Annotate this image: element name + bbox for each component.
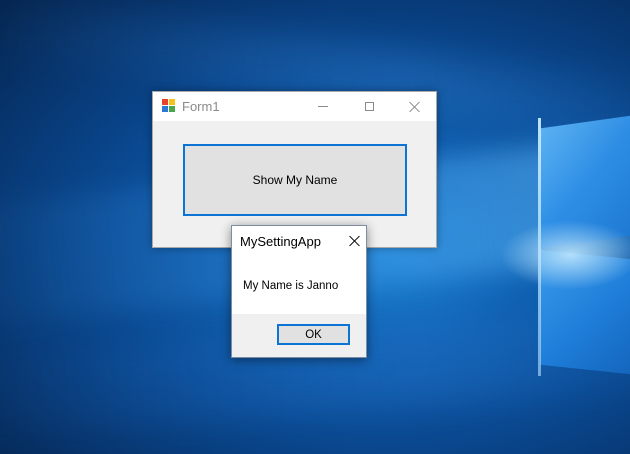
form1-title: Form1 <box>182 99 220 114</box>
close-icon <box>409 101 421 113</box>
show-my-name-button[interactable]: Show My Name <box>183 144 407 216</box>
minimize-button[interactable] <box>300 92 346 121</box>
windows-logo-edge <box>538 118 541 376</box>
message-box-close-button[interactable] <box>342 226 368 256</box>
minimize-icon <box>318 106 328 107</box>
maximize-icon <box>364 102 374 111</box>
message-box-dialog: MySettingApp My Name is Janno OK <box>231 225 367 358</box>
winforms-app-icon[interactable] <box>162 99 176 113</box>
maximize-button[interactable] <box>346 92 392 121</box>
wallpaper-glow <box>500 220 630 290</box>
close-button[interactable] <box>392 92 438 121</box>
message-text: My Name is Janno <box>243 280 339 292</box>
message-box-title: MySettingApp <box>240 234 321 249</box>
close-icon <box>349 235 361 247</box>
form1-titlebar[interactable]: Form1 <box>153 92 436 121</box>
message-box-titlebar[interactable]: MySettingApp <box>232 226 366 256</box>
ok-button[interactable]: OK <box>277 324 350 345</box>
message-box-footer: OK <box>232 314 366 357</box>
